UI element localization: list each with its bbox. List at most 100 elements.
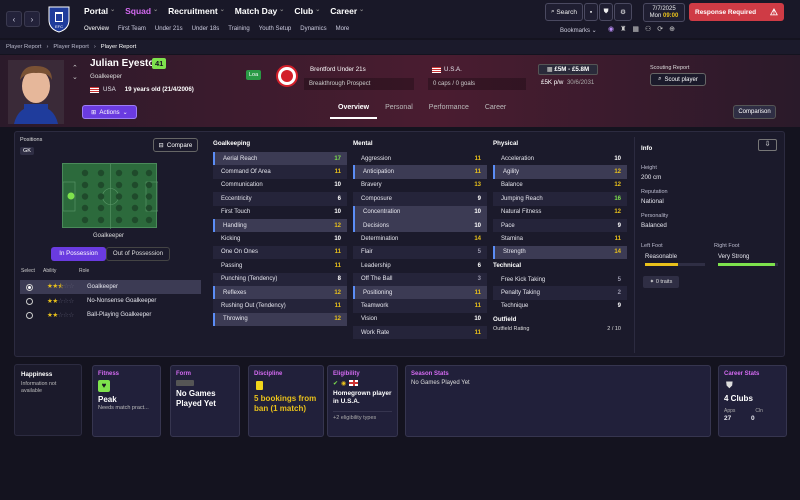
gear-icon[interactable]: ⚙ [614,3,632,21]
attribute-row[interactable]: Positioning 11 [353,285,487,300]
continue-date[interactable]: 7/7/2025 Mon 09:00 [643,3,685,22]
traits-button[interactable]: ✦ 0 traits [643,276,679,288]
attribute-row[interactable]: Natural Fitness 12 [493,206,627,219]
attribute-row[interactable]: Passing 11 [213,259,347,272]
attribute-row[interactable]: Balance 12 [493,179,627,192]
actions-button[interactable]: ⊞ Actions ⌄ [82,105,137,119]
attribute-row[interactable]: Decisions 10 [353,218,487,233]
refresh-icon[interactable]: ⟳ [657,25,663,33]
attribute-row[interactable]: Communication 10 [213,179,347,192]
attribute-row[interactable]: Off The Ball 3 [353,272,487,286]
club-crest-icon[interactable]: EFC [44,4,74,34]
breadcrumb-item[interactable]: Player Report [53,44,88,50]
sub-training[interactable]: Training [228,26,249,32]
attribute-row[interactable]: Teamwork 11 [353,299,487,313]
discipline-card[interactable]: Discipline 5 bookings from ban (1 match) [248,365,324,437]
globe-icon[interactable]: ⊕ [669,25,675,33]
attribute-row[interactable]: Pace 9 [493,218,627,233]
attribute-row[interactable]: Technique 9 [493,300,627,313]
scout-player-button[interactable]: ⌕ Scout player [650,73,706,86]
attribute-row[interactable]: Handling 12 [213,218,347,233]
menu-match-day[interactable]: Match Day [235,6,278,16]
brentford-crest-icon[interactable] [276,65,298,87]
compare-button[interactable]: ⊟ Compare [153,138,198,152]
sub-dynamics[interactable]: Dynamics [300,26,326,32]
menu-club[interactable]: Club [294,6,313,16]
attribute-row[interactable]: Aerial Reach 17 [213,152,347,166]
download-icon[interactable]: ⇩ [758,139,777,151]
attribute-row[interactable]: Punching (Tendency) 8 [213,272,347,286]
people-icon[interactable]: ⚇ [645,25,651,33]
form-card[interactable]: Form No Games Played Yet [170,365,240,437]
role-radio[interactable] [26,311,33,319]
inbox-icon[interactable]: ▪ [584,3,598,21]
menu-portal[interactable]: Portal [84,6,108,16]
back-button[interactable]: ‹ [6,11,22,27]
response-required-button[interactable]: Response Required ⚠ [689,3,784,21]
season-stats-card[interactable]: Season Stats No Games Played Yet [405,365,711,437]
usa-flag-icon [90,86,99,93]
sub-youth-setup[interactable]: Youth Setup [259,26,291,32]
search-button[interactable]: ⌕ Search [545,3,583,21]
bookmarks-menu[interactable]: Bookmarks ⌄ [560,27,597,34]
attribute-row[interactable]: Vision 10 [353,313,487,326]
calendar-icon[interactable]: ▦ [632,25,639,33]
tab-performance[interactable]: Performance [421,103,477,119]
attribute-row[interactable]: Agility 12 [493,165,627,179]
attribute-row[interactable]: Flair 5 [353,245,487,260]
menu-squad[interactable]: Squad [125,6,151,16]
role-radio[interactable] [26,297,33,305]
menu-recruitment[interactable]: Recruitment [168,6,218,16]
tab-career[interactable]: Career [477,103,514,119]
attribute-row[interactable]: Work Rate 11 [353,326,487,340]
attribute-row[interactable]: Rushing Out (Tendency) 11 [213,299,347,313]
happiness-card[interactable]: Happiness Information not available [14,364,82,436]
club-name[interactable]: Brentford Under 21s [310,66,366,73]
forward-button[interactable]: › [24,11,40,27]
shield-icon[interactable]: ⛊ [599,3,613,21]
out-of-possession-tab[interactable]: Out of Possession [106,247,170,261]
career-stats-card[interactable]: Career Stats ⛊ 4 Clubs Apps Cln 27 0 [718,365,787,437]
sub-more[interactable]: More [336,26,350,32]
tab-personal[interactable]: Personal [377,103,421,119]
prev-next-player[interactable]: ⌃ ⌄ [72,64,78,82]
attribute-row[interactable]: One On Ones 11 [213,245,347,260]
sub-overview[interactable]: Overview [84,26,109,32]
attribute-row[interactable]: Jumping Reach 16 [493,192,627,206]
attribute-row[interactable]: Composure 9 [353,192,487,206]
attribute-row[interactable]: Strength 14 [493,245,627,260]
attribute-row[interactable]: Penalty Taking 2 [493,286,627,300]
attribute-row[interactable]: Acceleration 10 [493,152,627,165]
attribute-row[interactable]: Free Kick Taking 5 [493,273,627,286]
chat-icon[interactable]: ◉ [608,25,614,33]
role-row[interactable]: ★★⯪☆☆ Goalkeeper [20,280,201,294]
role-row[interactable]: ★★☆☆☆ No-Nonsense Goalkeeper [20,294,201,308]
attribute-row[interactable]: Aggression 11 [353,152,487,165]
attribute-row[interactable]: Command Of Area 11 [213,165,347,179]
attribute-row[interactable]: Kicking 10 [213,232,347,245]
attribute-row[interactable]: Throwing 12 [213,312,347,327]
attribute-row[interactable]: Anticipation 11 [353,165,487,179]
menu-career[interactable]: Career [330,6,357,16]
attribute-row[interactable]: Determination 14 [353,232,487,245]
sub-under-18s[interactable]: Under 18s [192,26,220,32]
attribute-row[interactable]: First Touch 10 [213,206,347,219]
trophy-icon[interactable]: ♜ [620,25,626,33]
attribute-row[interactable]: Stamina 11 [493,232,627,245]
role-row[interactable]: ★★☆☆☆ Ball-Playing Goalkeeper [20,308,201,322]
attribute-row[interactable]: Concentration 10 [353,205,487,219]
player-country[interactable]: U.S.A. [444,66,462,73]
comparison-button[interactable]: Comparison [733,105,776,119]
breadcrumb-item[interactable]: Player Report [6,44,41,50]
sub-under-21s[interactable]: Under 21s [155,26,183,32]
attribute-row[interactable]: Eccentricity 6 [213,192,347,206]
eligibility-card[interactable]: Eligibility ✔ ◉ Homegrown player in U.S.… [327,365,398,437]
in-possession-tab[interactable]: In Possession [51,247,106,261]
sub-first-team[interactable]: First Team [118,26,146,32]
attribute-row[interactable]: Bravery 13 [353,179,487,192]
tab-overview[interactable]: Overview [330,103,378,119]
fitness-card[interactable]: Fitness ♥ Peak Needs match pract... [92,365,161,437]
role-radio[interactable] [26,283,33,291]
attribute-row[interactable]: Leadership 6 [353,259,487,272]
attribute-row[interactable]: Reflexes 12 [213,285,347,300]
